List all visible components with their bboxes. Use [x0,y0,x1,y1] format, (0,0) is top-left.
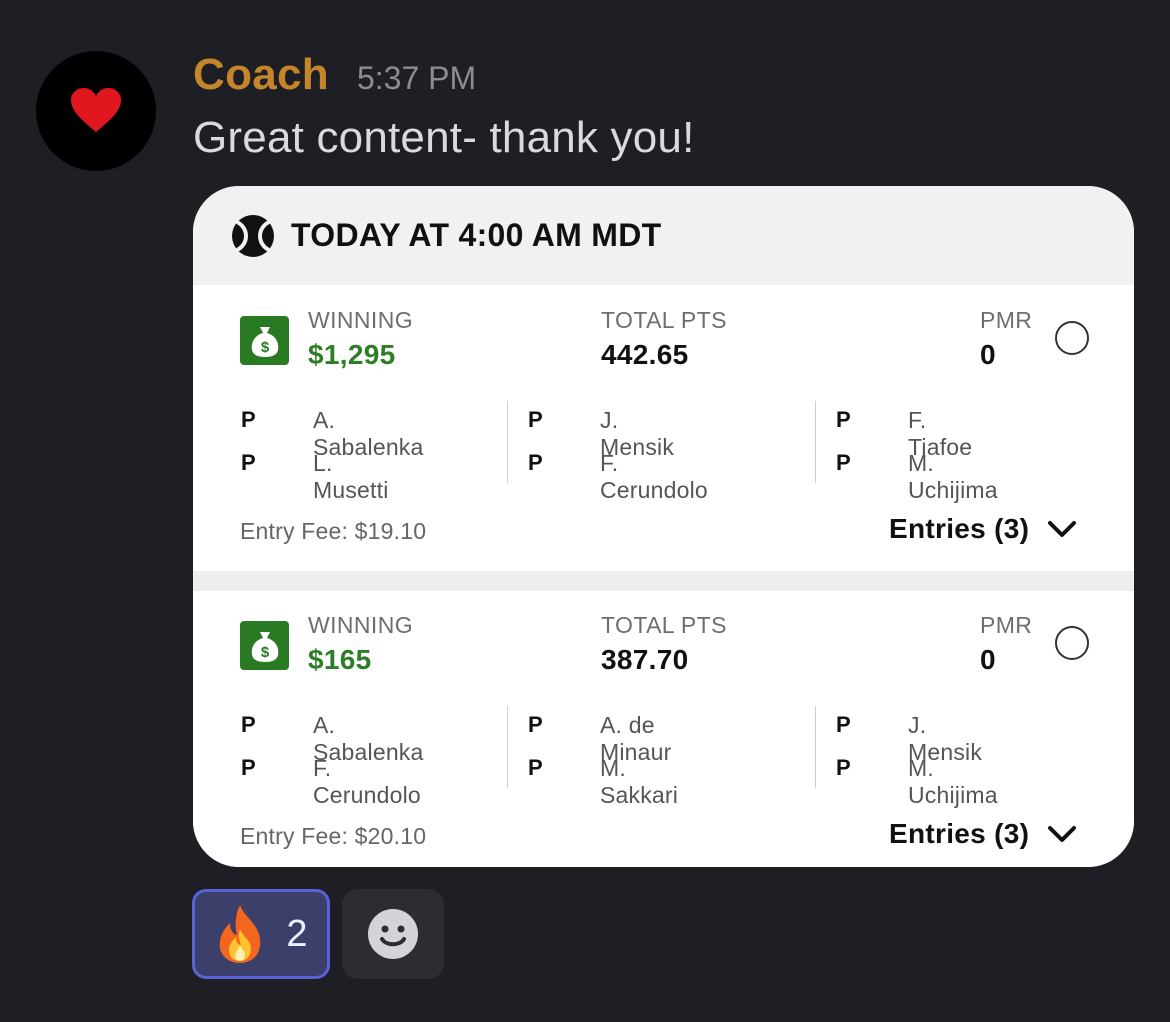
message-text: Great content- thank you! [193,113,695,162]
player-name: F. Cerundolo [600,450,708,503]
message-header: Coach 5:37 PM [193,50,476,100]
pmr-label: PMR [980,612,1033,638]
entries-label: Entries (3) [889,513,1030,544]
column-divider [815,401,816,483]
money-bag-icon: $ [240,621,289,670]
lineup-grid: P A. Sabalenka P L. Musetti P J. Mensik … [193,399,1134,503]
contest-entry: $ WINNING $1,295 TOTAL PTS 442.65 PMR 0 … [193,285,1134,571]
contest-card[interactable]: TODAY AT 4:00 AM MDT $ WINNING $1,295 TO… [193,186,1134,867]
player-position: P [241,407,256,432]
player-name: M. Sakkari [600,755,679,808]
select-radio[interactable] [1055,626,1089,660]
chevron-down-icon [1048,521,1077,537]
select-radio[interactable] [1055,321,1089,355]
tennis-ball-icon [232,214,274,257]
contest-entry: $ WINNING $165 TOTAL PTS 387.70 PMR 0 P … [193,591,1134,867]
svg-text:$: $ [260,644,269,661]
entry-fee: Entry Fee: $19.10 [240,518,427,544]
winning-value: $165 [308,644,372,675]
player-position: P [241,755,256,780]
avatar[interactable] [36,51,156,171]
player-position: P [241,450,256,475]
player-position: P [836,755,851,780]
card-title: TODAY AT 4:00 AM MDT [291,217,662,253]
add-reaction-icon [368,909,418,959]
winning-label: WINNING [308,612,414,638]
winning-value: $1,295 [308,339,396,370]
player-position: P [528,755,543,780]
player-position: P [836,407,851,432]
money-bag-icon: $ [240,316,289,365]
entries-label: Entries (3) [889,818,1030,849]
player-name: L. Musetti [313,450,389,503]
player-position: P [528,407,543,432]
reaction-count: 2 [286,912,308,955]
player-name: M. Uchijima [908,450,998,503]
lineup-grid: P A. Sabalenka P F. Cerundolo P A. de Mi… [193,704,1134,808]
winning-label: WINNING [308,307,414,333]
total-pts-label: TOTAL PTS [601,612,727,638]
fire-reaction-button[interactable]: 2 [192,889,330,979]
card-header: TODAY AT 4:00 AM MDT [193,186,1134,285]
fire-icon [220,905,261,963]
column-divider [815,706,816,788]
column-divider [507,706,508,788]
heart-icon [71,88,121,132]
player-position: P [241,712,256,737]
player-position: P [836,450,851,475]
player-position: P [528,450,543,475]
total-pts-label: TOTAL PTS [601,307,727,333]
total-pts-value: 442.65 [601,339,689,370]
entries-toggle[interactable]: Entries (3) [889,818,1077,850]
entries-toggle[interactable]: Entries (3) [889,513,1077,545]
player-name: F. Cerundolo [313,755,421,808]
timestamp: 5:37 PM [356,60,477,96]
total-pts-value: 387.70 [601,644,689,675]
chevron-down-icon [1048,826,1077,842]
reactions-bar: 2 [192,889,444,979]
pmr-value: 0 [980,644,996,675]
add-reaction-button[interactable] [342,889,444,979]
column-divider [507,401,508,483]
player-position: P [836,712,851,737]
player-name: M. Uchijima [908,755,998,808]
entry-divider [193,571,1134,591]
svg-text:$: $ [260,339,269,356]
pmr-value: 0 [980,339,996,370]
pmr-label: PMR [980,307,1033,333]
username[interactable]: Coach [193,50,329,100]
player-position: P [528,712,543,737]
entry-fee: Entry Fee: $20.10 [240,823,427,849]
